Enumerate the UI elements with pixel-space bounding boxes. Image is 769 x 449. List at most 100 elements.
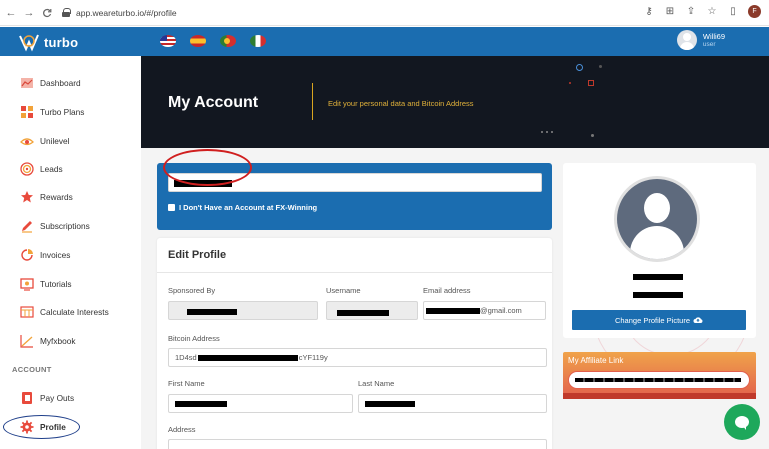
- redacted-value: [197, 354, 298, 361]
- flag-pt-icon[interactable]: [220, 35, 236, 47]
- change-profile-picture-button[interactable]: Change Profile Picture: [572, 310, 746, 330]
- hero-decoration: [551, 131, 553, 133]
- no-fx-account-checkbox-row[interactable]: I Don't Have an Account at FX-Winning: [168, 203, 317, 212]
- hero-decoration: [591, 134, 594, 137]
- flag-us-icon[interactable]: [160, 35, 176, 47]
- sidebar-item-unilevel[interactable]: Unilevel: [20, 134, 70, 148]
- affiliate-title: My Affiliate Link: [568, 356, 624, 365]
- address-label: Address: [168, 425, 196, 434]
- sidebar-item-label: Subscriptions: [40, 221, 90, 231]
- user-name: Willi69: [702, 32, 725, 41]
- hero-divider: [312, 83, 313, 120]
- profile-picture-card: Change Profile Picture: [563, 163, 756, 338]
- sidebar-item-subscriptions[interactable]: Subscriptions: [20, 219, 90, 233]
- sidebar-item-label: Turbo Plans: [40, 107, 85, 117]
- address-field[interactable]: [168, 439, 547, 449]
- app-header: turbo Willi69 user: [0, 27, 769, 56]
- user-avatar-icon: [676, 30, 697, 50]
- sidebar-item-myfxbook[interactable]: Myfxbook: [20, 334, 76, 348]
- flag-it-icon[interactable]: [250, 35, 266, 47]
- last-name-field[interactable]: [358, 394, 547, 413]
- sidebar-item-invoices[interactable]: Invoices: [20, 248, 70, 262]
- url-text: app.weareturbo.io/#/profile: [76, 7, 177, 18]
- back-icon[interactable]: ←: [4, 6, 18, 20]
- language-flags: [160, 35, 266, 47]
- flag-es-icon[interactable]: [190, 35, 206, 47]
- redacted-value: [365, 401, 415, 407]
- page-hero: My Account Edit your personal data and B…: [141, 56, 769, 148]
- affiliate-card-footer: [563, 393, 756, 399]
- turbo-logo[interactable]: turbo: [18, 32, 78, 52]
- reload-icon[interactable]: [40, 6, 54, 20]
- sidebar-item-label: Pay Outs: [40, 393, 75, 403]
- affiliate-link-field[interactable]: [568, 371, 750, 389]
- redacted-value: [575, 378, 741, 382]
- hero-decoration: [546, 131, 548, 133]
- browser-toolbar: ← → app.weareturbo.io/#/profile ⚷ ⊞ ⇪ ☆ …: [0, 0, 769, 26]
- hero-decoration: [541, 131, 543, 133]
- invoice-icon: [20, 248, 34, 262]
- sidebar-section-account: ACCOUNT: [12, 365, 52, 374]
- email-field[interactable]: @gmail.com: [423, 301, 546, 320]
- main-content: My Account Edit your personal data and B…: [141, 56, 769, 449]
- sponsored-by-field[interactable]: [168, 301, 318, 320]
- lock-icon: [62, 8, 71, 17]
- pencil-icon: [20, 219, 34, 233]
- sidebar: Dashboard Turbo Plans Unilevel Leads Rew…: [0, 56, 141, 449]
- email-label: Email address: [423, 286, 471, 295]
- dashboard-icon: [20, 76, 34, 90]
- cloud-upload-icon: [693, 317, 703, 323]
- sidebar-item-tutorials[interactable]: Tutorials: [20, 277, 72, 291]
- email-value: @gmail.com: [480, 306, 522, 315]
- edit-profile-card: Edit Profile Sponsored By Username Email…: [157, 238, 552, 449]
- redacted-name: [633, 274, 683, 280]
- address-bar[interactable]: app.weareturbo.io/#/profile: [62, 8, 177, 18]
- redacted-username: [633, 292, 683, 298]
- user-menu[interactable]: Willi69 user: [676, 30, 725, 50]
- page-title: My Account: [168, 94, 259, 111]
- forward-icon[interactable]: →: [22, 6, 36, 20]
- tutorials-icon: [20, 277, 34, 291]
- bitcoin-prefix: 1D4sd: [175, 353, 197, 362]
- no-fx-account-checkbox[interactable]: [168, 204, 175, 211]
- browser-profile-icon[interactable]: F: [748, 5, 761, 18]
- sidebar-item-label: Unilevel: [40, 136, 70, 146]
- redacted-value: [337, 310, 389, 316]
- hero-decoration: [576, 64, 583, 71]
- hero-decoration: [588, 80, 594, 86]
- sidebar-item-leads[interactable]: Leads: [20, 162, 63, 176]
- key-icon[interactable]: ⚷: [643, 6, 655, 18]
- bitcoin-suffix: cYF119y: [298, 353, 328, 362]
- sidebar-item-label: Rewards: [40, 192, 73, 202]
- sidebar-item-rewards[interactable]: Rewards: [20, 190, 73, 204]
- profile-highlight-annotation: [3, 415, 80, 439]
- sidebar-item-calculate-interests[interactable]: Calculate Interests: [20, 305, 109, 319]
- first-name-field[interactable]: [168, 394, 353, 413]
- bitcoin-address-field[interactable]: 1D4sd cYF119y: [168, 348, 547, 367]
- sidepanel-icon[interactable]: ▯: [727, 6, 739, 18]
- star-icon[interactable]: ☆: [706, 6, 718, 18]
- profile-picture: [614, 176, 700, 262]
- sponsored-by-label: Sponsored By: [168, 286, 216, 295]
- sidebar-item-label: Dashboard: [40, 78, 81, 88]
- affiliate-link-card: My Affiliate Link: [563, 352, 756, 398]
- calculator-icon: [20, 305, 34, 319]
- translate-icon[interactable]: ⊞: [664, 6, 676, 18]
- bitcoin-address-label: Bitcoin Address: [168, 334, 220, 343]
- chat-button[interactable]: [724, 404, 760, 440]
- browser-actions: ⚷ ⊞ ⇪ ☆ ▯ F: [643, 5, 761, 18]
- page-subtitle: Edit your personal data and Bitcoin Addr…: [328, 99, 474, 108]
- sidebar-item-turbo-plans[interactable]: Turbo Plans: [20, 105, 84, 119]
- sidebar-item-dashboard[interactable]: Dashboard: [20, 76, 81, 90]
- redacted-value: [175, 401, 227, 407]
- rewards-icon: [20, 190, 34, 204]
- payout-icon: [20, 391, 34, 405]
- sidebar-item-pay-outs[interactable]: Pay Outs: [20, 391, 74, 405]
- turbo-logo-icon: [19, 34, 39, 52]
- share-icon[interactable]: ⇪: [685, 6, 697, 18]
- sidebar-item-label: Leads: [40, 164, 63, 174]
- username-field[interactable]: [326, 301, 418, 320]
- last-name-label: Last Name: [358, 379, 395, 388]
- sidebar-item-label: Myfxbook: [40, 336, 76, 346]
- redacted-value: [187, 309, 237, 315]
